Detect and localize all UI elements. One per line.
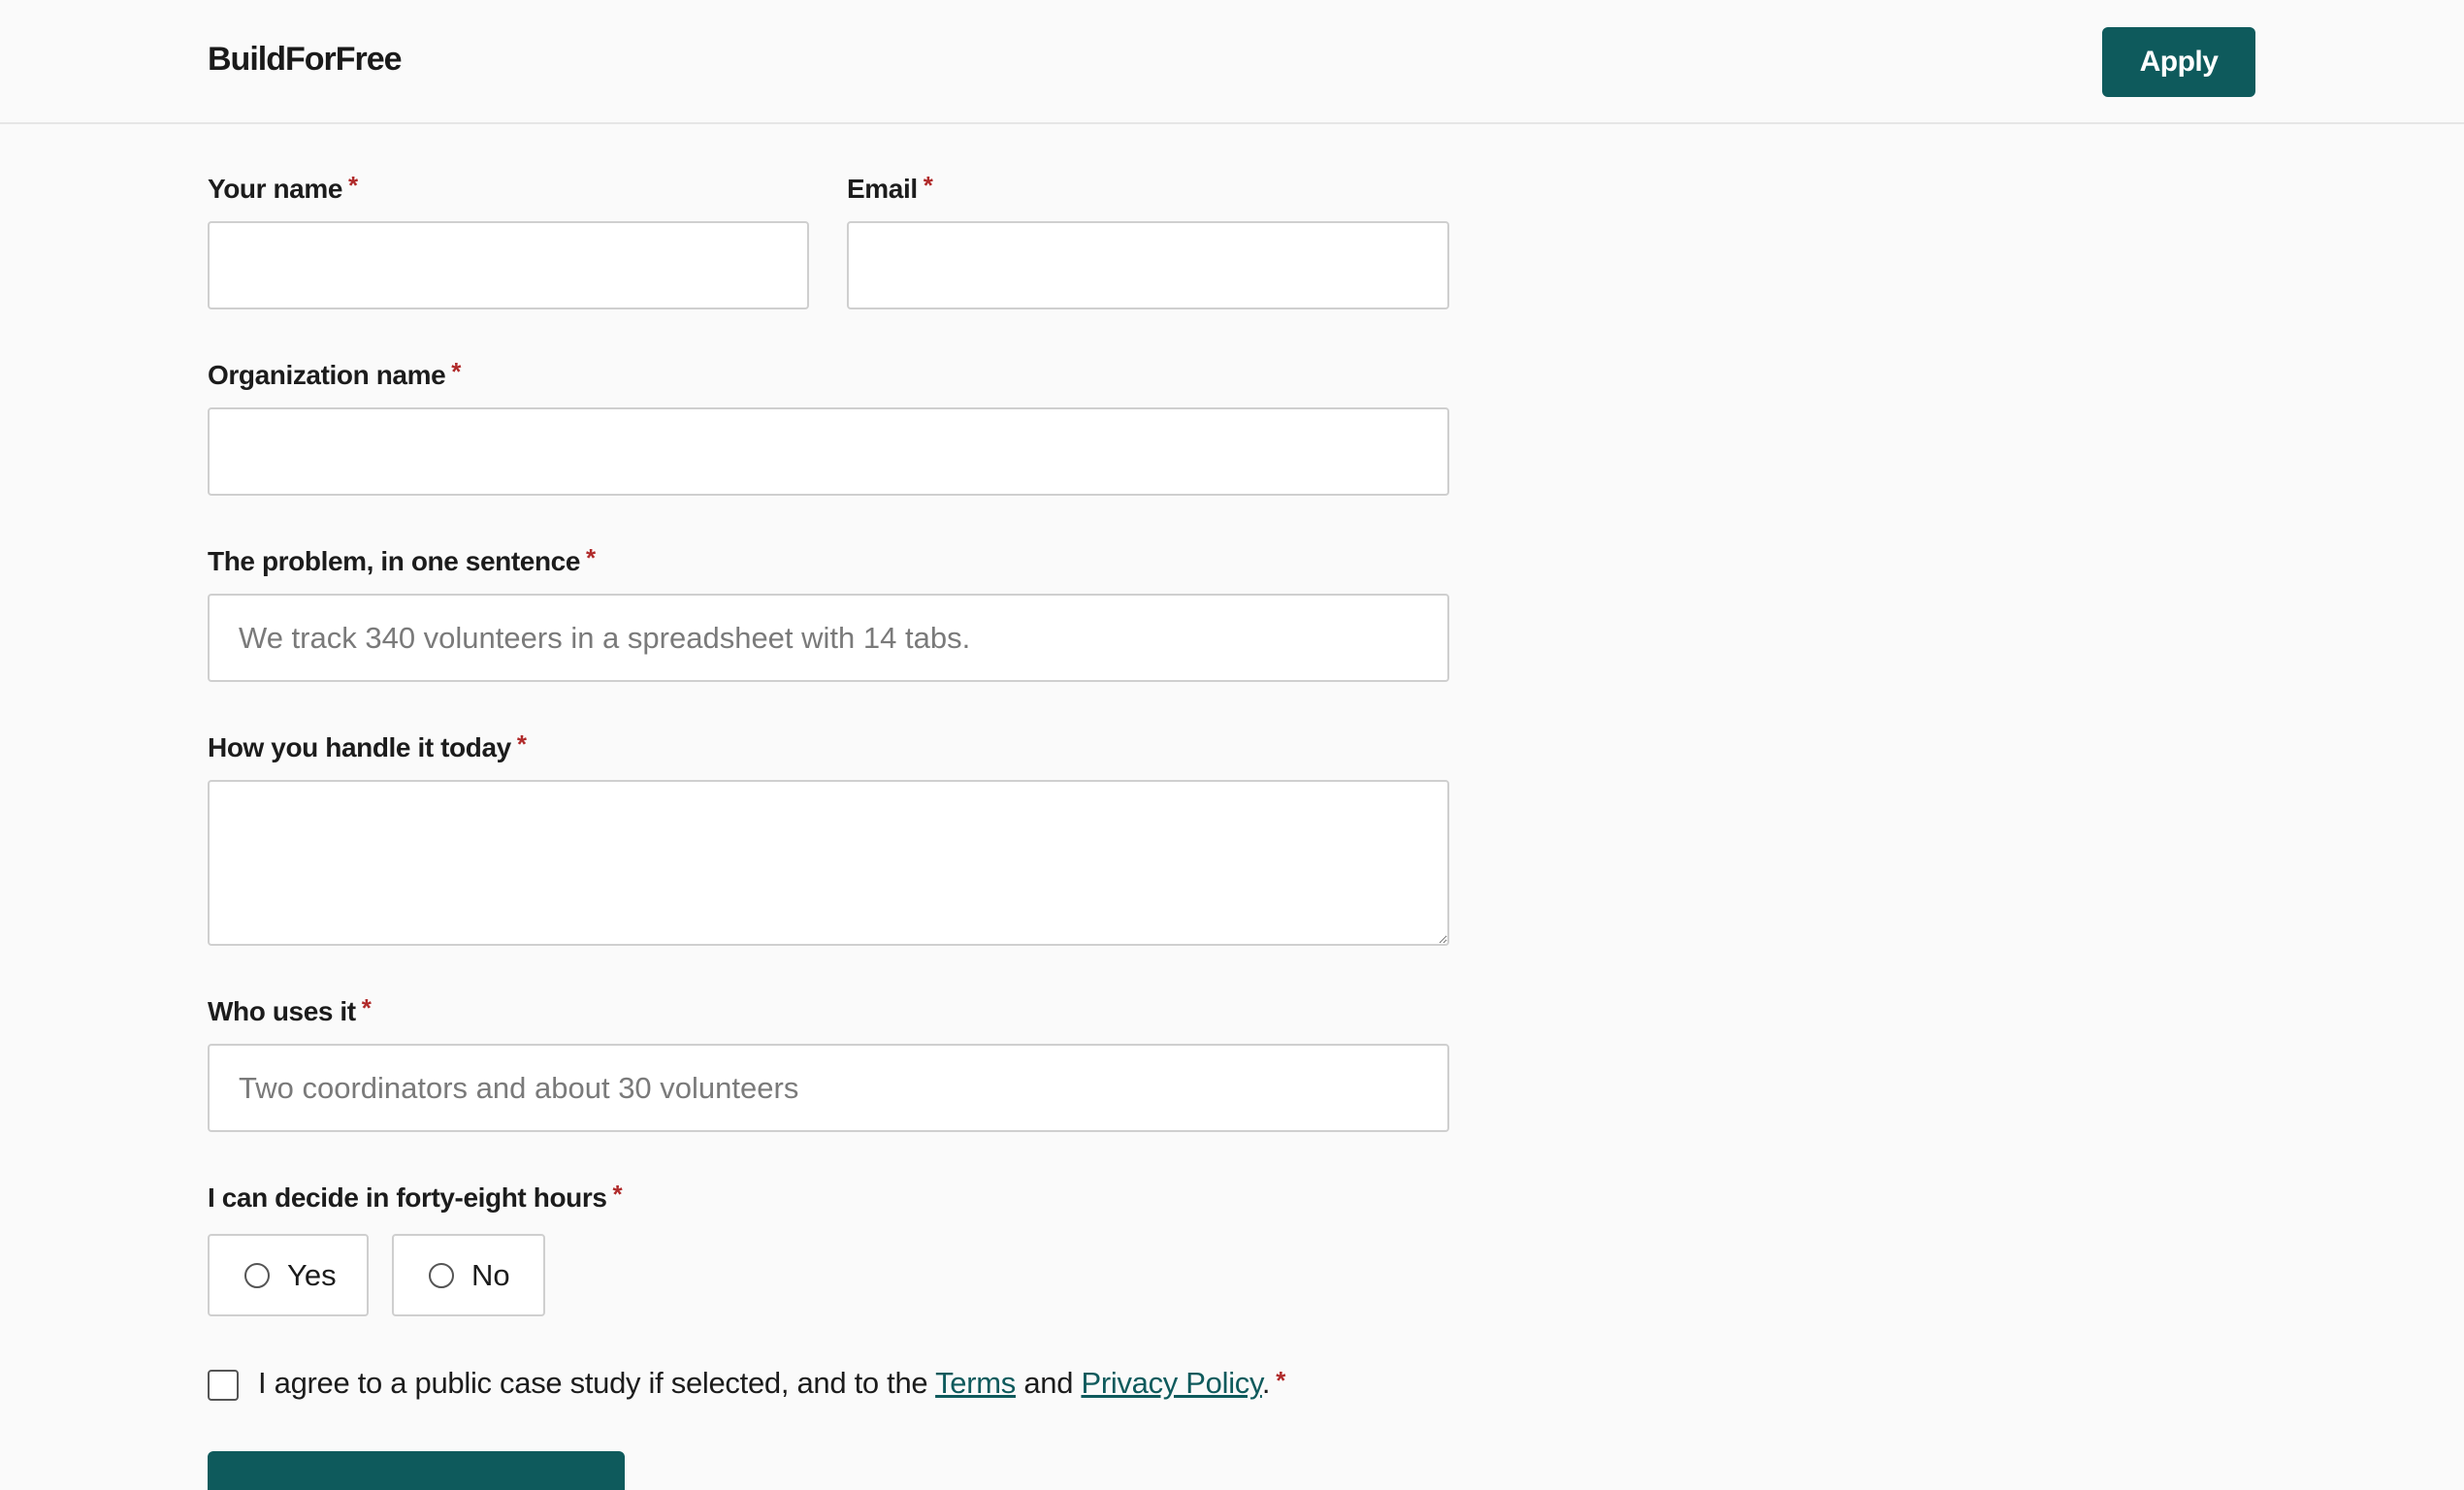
required-mark: *	[1276, 1366, 1286, 1395]
apply-button[interactable]: Apply	[2102, 27, 2255, 97]
required-mark: *	[451, 357, 461, 386]
agree-text-before: I agree to a public case study if select…	[258, 1366, 936, 1400]
email-label-text: Email	[847, 174, 918, 204]
top-header: BuildForFree Apply	[0, 0, 2464, 124]
handle-label: How you handle it today *	[208, 729, 527, 763]
problem-input[interactable]	[208, 594, 1449, 682]
organization-input[interactable]	[208, 407, 1449, 496]
handle-textarea[interactable]	[208, 780, 1449, 946]
agree-checkbox[interactable]	[208, 1370, 239, 1401]
radio-no[interactable]: No	[392, 1234, 545, 1316]
organization-label: Organization name *	[208, 357, 461, 391]
radio-circle-icon	[244, 1262, 270, 1288]
required-mark: *	[516, 729, 527, 759]
users-label: Who uses it *	[208, 993, 372, 1027]
handle-label-text: How you handle it today	[208, 732, 511, 762]
decide-label: I can decide in forty-eight hours *	[208, 1180, 623, 1214]
radio-yes[interactable]: Yes	[208, 1234, 369, 1316]
agree-text: I agree to a public case study if select…	[258, 1366, 1285, 1401]
required-mark: *	[612, 1180, 623, 1209]
required-mark: *	[348, 171, 358, 200]
email-input[interactable]	[847, 221, 1449, 309]
problem-label-text: The problem, in one sentence	[208, 546, 580, 576]
agree-end: .	[1261, 1366, 1271, 1400]
privacy-policy-link[interactable]: Privacy Policy	[1081, 1366, 1262, 1400]
name-label: Your name *	[208, 171, 358, 205]
agree-and: and	[1016, 1366, 1082, 1400]
radio-no-label: No	[471, 1257, 510, 1292]
problem-label: The problem, in one sentence *	[208, 543, 596, 577]
required-mark: *	[923, 171, 933, 200]
name-label-text: Your name	[208, 174, 343, 204]
required-mark: *	[361, 993, 372, 1022]
email-label: Email *	[847, 171, 933, 205]
required-mark: *	[586, 543, 596, 572]
organization-label-text: Organization name	[208, 360, 446, 390]
users-label-text: Who uses it	[208, 996, 356, 1026]
brand-logo[interactable]: BuildForFree	[208, 41, 403, 79]
name-input[interactable]	[208, 221, 809, 309]
submit-button[interactable]	[208, 1451, 625, 1490]
radio-circle-icon	[429, 1262, 454, 1288]
decide-label-text: I can decide in forty-eight hours	[208, 1182, 607, 1213]
users-input[interactable]	[208, 1044, 1449, 1132]
radio-yes-label: Yes	[287, 1257, 337, 1292]
terms-link[interactable]: Terms	[935, 1366, 1016, 1400]
